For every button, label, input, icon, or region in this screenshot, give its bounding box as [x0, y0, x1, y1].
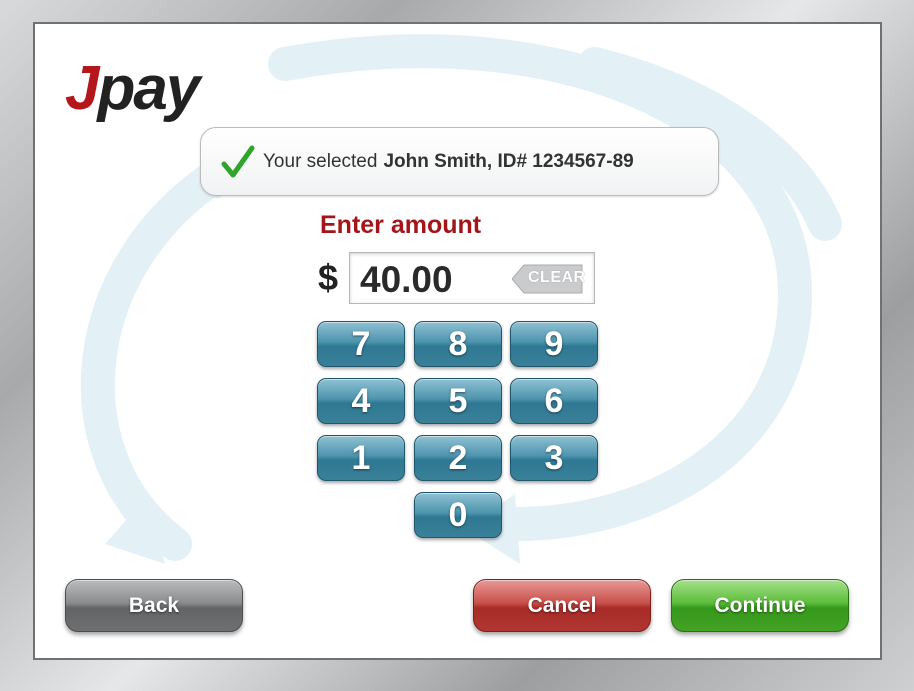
keypad-key-6[interactable]: 6	[510, 378, 598, 424]
enter-amount-label: Enter amount	[320, 211, 482, 239]
logo-text: pay	[97, 54, 200, 123]
jpay-logo: Jpay	[65, 58, 200, 120]
currency-symbol: $	[318, 257, 339, 298]
keypad-key-4[interactable]: 4	[317, 378, 405, 424]
keypad-key-8[interactable]: 8	[414, 321, 502, 367]
keypad-key-0[interactable]: 0	[414, 492, 502, 538]
checkmark-icon	[221, 145, 255, 179]
clear-button-label: CLEAR	[528, 269, 586, 286]
back-button[interactable]: Back	[65, 579, 243, 632]
amount-input[interactable]: 40.00 CLEAR	[349, 252, 595, 304]
kiosk-screen: Jpay Your selected John Smith, ID# 12345…	[33, 22, 882, 660]
keypad-key-9[interactable]: 9	[510, 321, 598, 367]
selected-recipient-banner: Your selected John Smith, ID# 1234567-89	[200, 127, 719, 196]
selected-prefix: Your selected	[263, 150, 378, 172]
logo-initial: J	[65, 54, 100, 123]
cancel-button[interactable]: Cancel	[473, 579, 651, 632]
selected-recipient: John Smith, ID# 1234567-89	[383, 150, 634, 172]
keypad-key-7[interactable]: 7	[317, 321, 405, 367]
amount-value: 40.00	[360, 259, 453, 300]
clear-button[interactable]: CLEAR	[512, 264, 586, 294]
keypad-key-1[interactable]: 1	[317, 435, 405, 481]
keypad-key-2[interactable]: 2	[414, 435, 502, 481]
keypad-key-5[interactable]: 5	[414, 378, 502, 424]
continue-button[interactable]: Continue	[671, 579, 849, 632]
keypad-key-3[interactable]: 3	[510, 435, 598, 481]
